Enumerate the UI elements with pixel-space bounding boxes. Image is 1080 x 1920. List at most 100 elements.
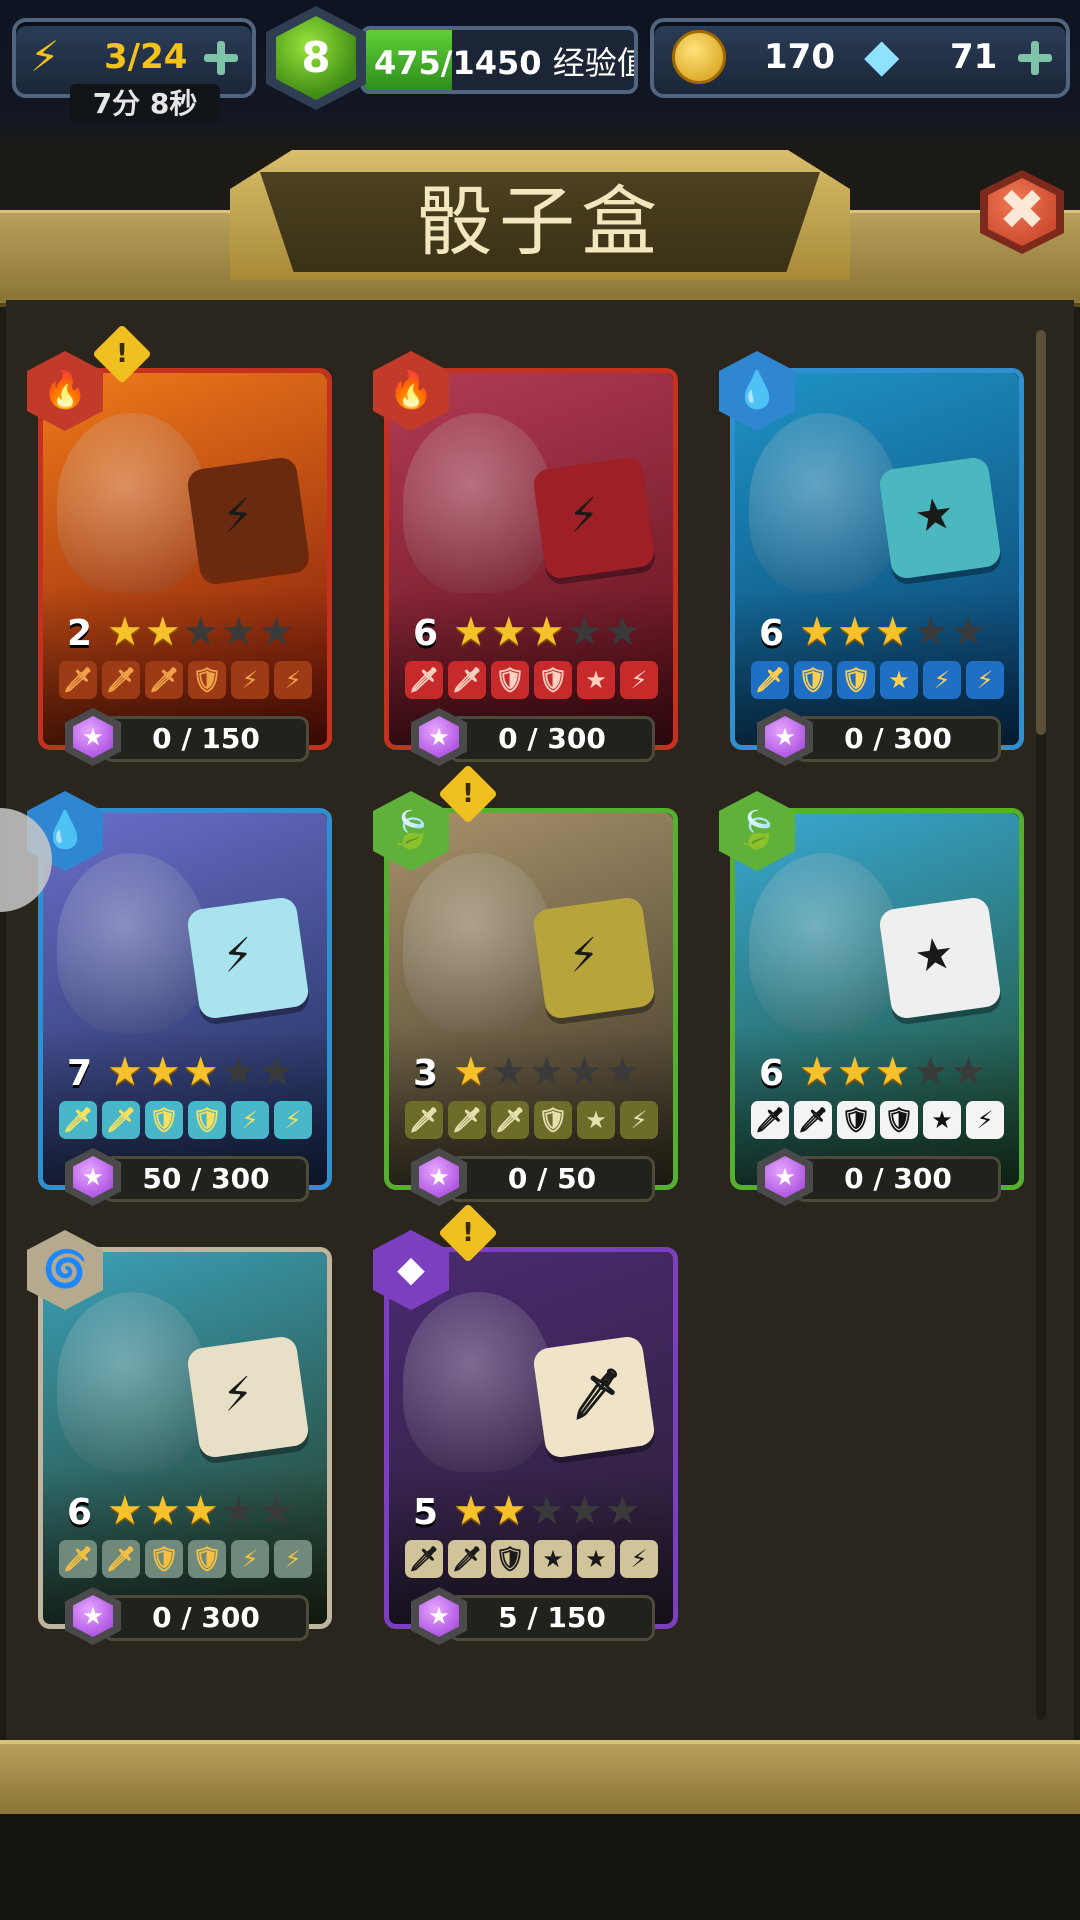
star-rating: ★★★★★ — [799, 609, 988, 655]
currency-pill[interactable]: 170 ◆ 71 — [650, 18, 1070, 98]
character-portrait — [57, 853, 207, 1033]
star-filled-icon: ★ — [453, 1488, 491, 1534]
lightning-face-icon: ⚡ — [274, 1540, 312, 1578]
star-filled-icon: ★ — [107, 609, 145, 655]
add-energy-plus-icon[interactable] — [204, 41, 238, 75]
star-rating: ★★★★★ — [799, 1049, 988, 1095]
player-level: 8 — [276, 16, 356, 100]
star-empty-icon: ★ — [604, 1488, 643, 1534]
star-face-icon: ★ — [880, 661, 918, 699]
star-rating: ★★★★★ — [107, 609, 296, 655]
die-icon: ⚡ — [531, 895, 657, 1021]
card-level: 6 — [413, 613, 439, 654]
lightning-face-icon: ⚡ — [620, 1101, 658, 1139]
upgrade-progress: 0 / 300 — [449, 716, 655, 762]
die-faces-row: 🗡 🛡 🛡 ★ ⚡ ⚡ — [751, 661, 1011, 701]
star-rating: ★★★★★ — [453, 1049, 642, 1095]
star-face-icon: ★ — [534, 1540, 572, 1578]
dice-card-nature[interactable]: ⚡ 3 ★★★★★ 🗡 🗡 🗡 🛡 ★ ⚡ 🍃! 0 / 50 ★ — [373, 764, 678, 1206]
shield-face-icon: 🛡 — [837, 1101, 875, 1139]
upgrade-progress: 5 / 150 — [449, 1595, 655, 1641]
star-filled-icon: ★ — [836, 1049, 875, 1095]
die-faces-row: 🗡 🗡 🛡 🛡 ⚡ ⚡ — [59, 1101, 319, 1141]
star-filled-icon: ★ — [144, 1488, 183, 1534]
star-filled-icon: ★ — [182, 1049, 221, 1095]
upgrade-progress: 50 / 300 — [103, 1156, 309, 1202]
die-faces-row: 🗡 🗡 🛡 ★ ★ ⚡ — [405, 1540, 665, 1580]
star-empty-icon: ★ — [566, 1488, 605, 1534]
add-gems-plus-icon[interactable] — [1018, 41, 1052, 75]
dice-card-water[interactable]: ⚡ 7 ★★★★★ 🗡 🗡 🛡 🛡 ⚡ ⚡ 💧 50 / 300 ★ — [27, 791, 332, 1206]
close-icon: ✖ — [988, 178, 1056, 246]
die-icon: 🗡 — [531, 1334, 657, 1460]
star-rating: ★★★★★ — [453, 609, 642, 655]
energy-bolt-icon: ⚡ — [30, 32, 60, 81]
dice-card-wind[interactable]: ⚡ 6 ★★★★★ 🗡 🗡 🛡 🛡 ⚡ ⚡ 🌀 0 / 300 ★ — [27, 1230, 332, 1645]
star-empty-icon: ★ — [258, 1488, 297, 1534]
sword-face-icon: 🗡 — [405, 661, 443, 699]
sword-face-icon: 🗡 — [448, 1540, 486, 1578]
star-rating: ★★★★★ — [107, 1049, 296, 1095]
sword-face-icon: 🗡 — [448, 661, 486, 699]
lightning-face-icon: ⚡ — [274, 661, 312, 699]
die-faces-row: 🗡 🗡 🛡 🛡 ⚡ ⚡ — [59, 1540, 319, 1580]
character-portrait — [403, 853, 553, 1033]
card-level: 6 — [759, 613, 785, 654]
shield-face-icon: 🛡 — [491, 661, 529, 699]
star-filled-icon: ★ — [799, 1049, 837, 1095]
star-empty-icon: ★ — [604, 609, 643, 655]
character-portrait — [749, 853, 899, 1033]
star-filled-icon: ★ — [144, 609, 183, 655]
lightning-face-icon: ⚡ — [274, 1101, 312, 1139]
upgrade-progress: 0 / 150 — [103, 716, 309, 762]
scrollbar-thumb[interactable] — [1036, 330, 1046, 735]
dice-card-water[interactable]: ★ 6 ★★★★★ 🗡 🛡 🛡 ★ ⚡ ⚡ 💧 0 / 300 ★ — [719, 351, 1024, 766]
xp-bar: 475/1450 经验值 — [360, 26, 638, 94]
star-filled-icon: ★ — [107, 1488, 145, 1534]
star-face-icon: ★ — [577, 661, 615, 699]
footer-area — [0, 1814, 1080, 1920]
lightning-face-icon: ⚡ — [620, 661, 658, 699]
upgrade-progress: 0 / 300 — [795, 716, 1001, 762]
character-portrait — [403, 413, 553, 593]
gold-value: 170 — [764, 37, 835, 77]
star-empty-icon: ★ — [528, 1049, 567, 1095]
star-empty-icon: ★ — [528, 1488, 567, 1534]
shield-face-icon: 🛡 — [188, 1540, 226, 1578]
shield-face-icon: 🛡 — [534, 661, 572, 699]
star-face-icon: ★ — [923, 1101, 961, 1139]
dice-card-void[interactable]: 🗡 5 ★★★★★ 🗡 🗡 🛡 ★ ★ ⚡ ◆! 5 / 150 ★ — [373, 1203, 678, 1645]
star-empty-icon: ★ — [220, 1049, 259, 1095]
star-empty-icon: ★ — [604, 1049, 643, 1095]
die-icon: ★ — [877, 895, 1003, 1021]
shield-face-icon: 🛡 — [794, 661, 832, 699]
upgrade-progress: 0 / 50 — [449, 1156, 655, 1202]
dice-card-fire[interactable]: ⚡ 6 ★★★★★ 🗡 🗡 🛡 🛡 ★ ⚡ 🔥 0 / 300 ★ — [373, 351, 678, 766]
lightning-face-icon: ⚡ — [923, 661, 961, 699]
card-level: 3 — [413, 1053, 439, 1094]
character-portrait — [749, 413, 899, 593]
star-empty-icon: ★ — [258, 1049, 297, 1095]
shield-face-icon: 🛡 — [880, 1101, 918, 1139]
dice-card-fire[interactable]: ⚡ 2 ★★★★★ 🗡 🗡 🗡 🛡 ⚡ ⚡ 🔥! 0 / 150 ★ — [27, 324, 332, 766]
star-filled-icon: ★ — [453, 1049, 491, 1095]
dice-card-nature[interactable]: ★ 6 ★★★★★ 🗡 🗡 🛡 🛡 ★ ⚡ 🍃 0 / 300 ★ — [719, 791, 1024, 1206]
die-faces-row: 🗡 🗡 🗡 🛡 ⚡ ⚡ — [59, 661, 319, 701]
star-filled-icon: ★ — [144, 1049, 183, 1095]
shield-face-icon: 🛡 — [534, 1101, 572, 1139]
energy-value: 3/24 — [104, 37, 188, 77]
lightning-face-icon: ⚡ — [231, 1540, 269, 1578]
sword-face-icon: 🗡 — [405, 1101, 443, 1139]
die-icon: ⚡ — [531, 455, 657, 581]
sword-face-icon: 🗡 — [751, 1101, 789, 1139]
die-icon: ⚡ — [185, 455, 311, 581]
character-portrait — [57, 413, 207, 593]
star-empty-icon: ★ — [220, 609, 259, 655]
sword-face-icon: 🗡 — [448, 1101, 486, 1139]
star-filled-icon: ★ — [453, 609, 491, 655]
star-empty-icon: ★ — [566, 1049, 605, 1095]
sword-face-icon: 🗡 — [102, 1540, 140, 1578]
sword-face-icon: 🗡 — [794, 1101, 832, 1139]
shield-face-icon: 🛡 — [145, 1540, 183, 1578]
die-icon: ⚡ — [185, 895, 311, 1021]
